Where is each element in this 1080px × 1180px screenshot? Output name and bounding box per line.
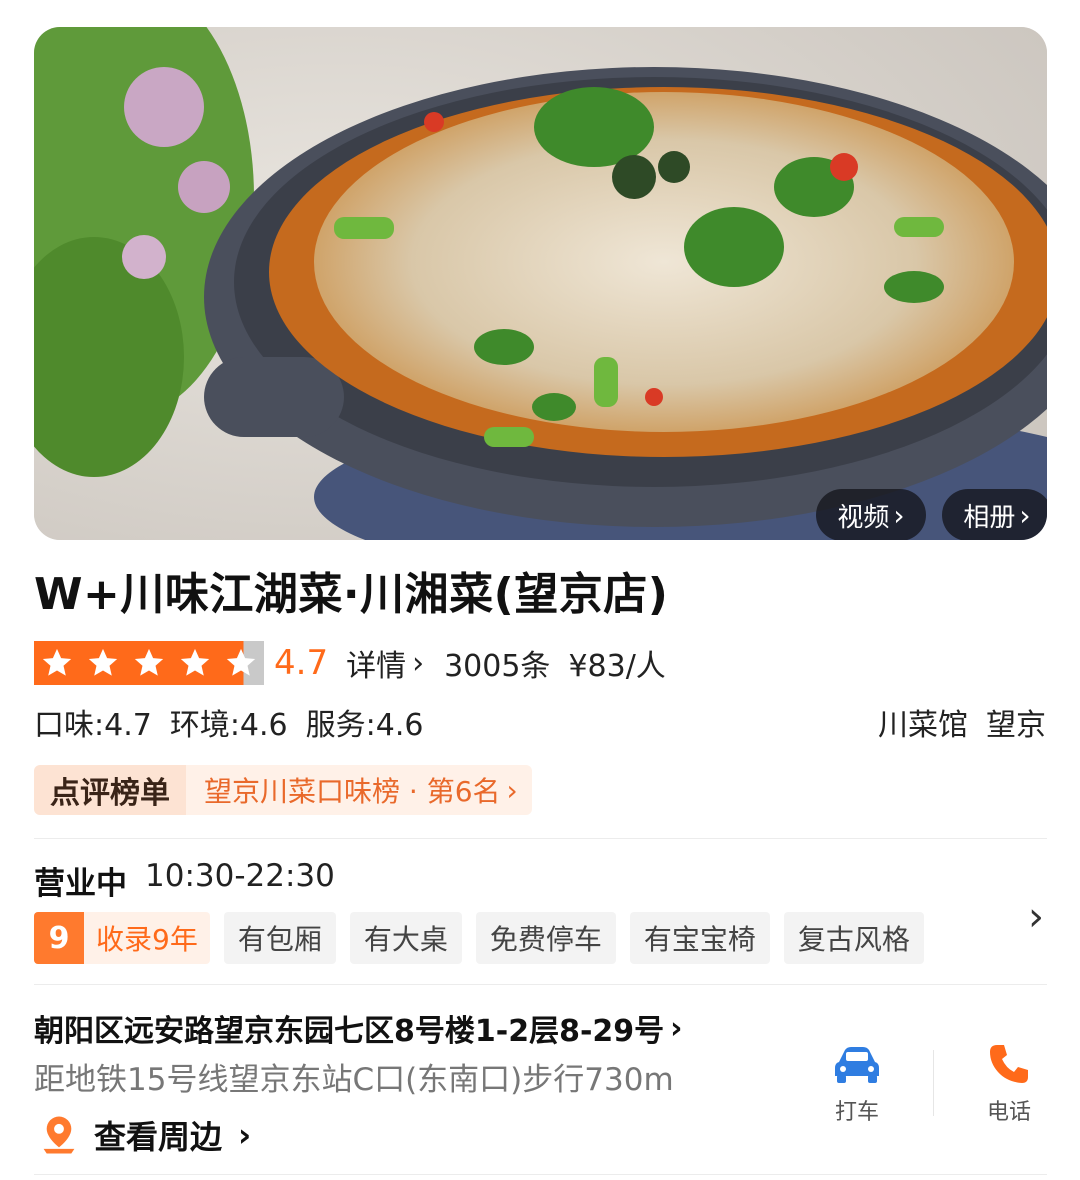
divider bbox=[34, 984, 1047, 985]
ranking-label: 点评榜单 bbox=[34, 765, 186, 815]
star-icon bbox=[34, 641, 80, 685]
ranking-text-label: 望京川菜口味榜 · 第6名 bbox=[204, 775, 501, 808]
review-count[interactable]: 3005条 bbox=[444, 641, 550, 685]
chevron-right-icon: › bbox=[1019, 498, 1031, 532]
ranking-text: 望京川菜口味榜 · 第6名 › bbox=[186, 765, 532, 815]
price-per-person: ¥83/人 bbox=[568, 649, 666, 684]
listed-years-label: 收录9年 bbox=[96, 923, 198, 956]
divider bbox=[34, 1174, 1047, 1175]
feature-tag: 有宝宝椅 bbox=[629, 912, 770, 964]
taxi-label: 打车 bbox=[834, 1100, 879, 1125]
chevron-right-icon: › bbox=[238, 1116, 252, 1154]
dish-photo bbox=[34, 27, 1047, 540]
service-score: 服务:4.6 bbox=[305, 708, 424, 743]
hero-image[interactable]: 视频 › 相册 › bbox=[34, 27, 1047, 540]
view-nearby-button[interactable]: 查看周边 › bbox=[40, 1112, 251, 1158]
feature-tag: 复古风格 bbox=[783, 912, 924, 964]
chevron-right-icon: › bbox=[506, 773, 518, 807]
divider bbox=[34, 838, 1047, 839]
address-text: 朝阳区远安路望京东园七区8号楼1-2层8-29号 bbox=[34, 1014, 665, 1049]
chevron-right-icon: › bbox=[893, 498, 905, 532]
video-button[interactable]: 视频 › bbox=[816, 489, 926, 540]
open-status: 营业中 bbox=[34, 866, 127, 902]
view-nearby-label: 查看周边 bbox=[94, 1118, 223, 1156]
location-pin-icon bbox=[43, 1116, 75, 1154]
phone-button[interactable]: 电话 bbox=[964, 1042, 1054, 1126]
star-icon bbox=[80, 641, 126, 685]
feature-tag: 有包厢 bbox=[223, 912, 336, 964]
shop-title: W+川味江湖菜·川湘菜(望京店) bbox=[34, 569, 669, 620]
environment-score: 环境:4.6 bbox=[169, 708, 288, 743]
chevron-right-icon: › bbox=[412, 645, 425, 681]
chevron-right-icon: › bbox=[670, 1010, 683, 1046]
rating-row: 4.7 详情 › 3005条 ¥83/人 bbox=[34, 640, 666, 686]
phone-icon bbox=[990, 1045, 1028, 1083]
address-link[interactable]: 朝阳区远安路望京东园七区8号楼1-2层8-29号 › bbox=[34, 1006, 683, 1050]
divider bbox=[933, 1050, 934, 1116]
rating-detail-label: 详情 bbox=[346, 649, 407, 684]
metro-distance: 距地铁15号线望京东站C口(东南口)步行730m bbox=[34, 1062, 674, 1098]
album-button-label: 相册 bbox=[963, 502, 1016, 533]
rating-detail-link[interactable]: 详情 › bbox=[346, 641, 424, 685]
star-rating bbox=[34, 641, 264, 685]
open-hours: 10:30-22:30 bbox=[145, 858, 335, 894]
video-button-label: 视频 bbox=[837, 502, 890, 533]
category-label[interactable]: 川菜馆 bbox=[878, 700, 968, 744]
sub-scores: 口味:4.7 环境:4.6 服务:4.6 bbox=[34, 700, 423, 744]
category-location: 川菜馆 望京 bbox=[878, 700, 1046, 744]
phone-label: 电话 bbox=[986, 1100, 1031, 1125]
feature-tag: 免费停车 bbox=[475, 912, 616, 964]
chevron-right-icon[interactable]: › bbox=[1028, 894, 1044, 940]
star-half-icon bbox=[218, 641, 264, 685]
album-button[interactable]: 相册 › bbox=[942, 489, 1047, 540]
business-hours: 营业中 10:30-22:30 bbox=[34, 858, 335, 903]
car-icon bbox=[835, 1047, 879, 1083]
ranking-badge[interactable]: 点评榜单 望京川菜口味榜 · 第6名 › bbox=[34, 765, 532, 815]
feature-tag: 有大桌 bbox=[349, 912, 462, 964]
rating-score: 4.7 bbox=[274, 643, 329, 683]
taste-score: 口味:4.7 bbox=[34, 708, 152, 743]
taxi-button[interactable]: 打车 bbox=[812, 1042, 902, 1126]
feature-tags: 9 收录9年 有包厢 有大桌 免费停车 有宝宝椅 复古风格 bbox=[34, 912, 924, 964]
listed-years-number: 9 bbox=[34, 912, 84, 964]
listed-years-badge: 9 收录9年 bbox=[34, 912, 210, 964]
area-label[interactable]: 望京 bbox=[986, 700, 1046, 744]
star-icon bbox=[172, 641, 218, 685]
star-icon bbox=[126, 641, 172, 685]
